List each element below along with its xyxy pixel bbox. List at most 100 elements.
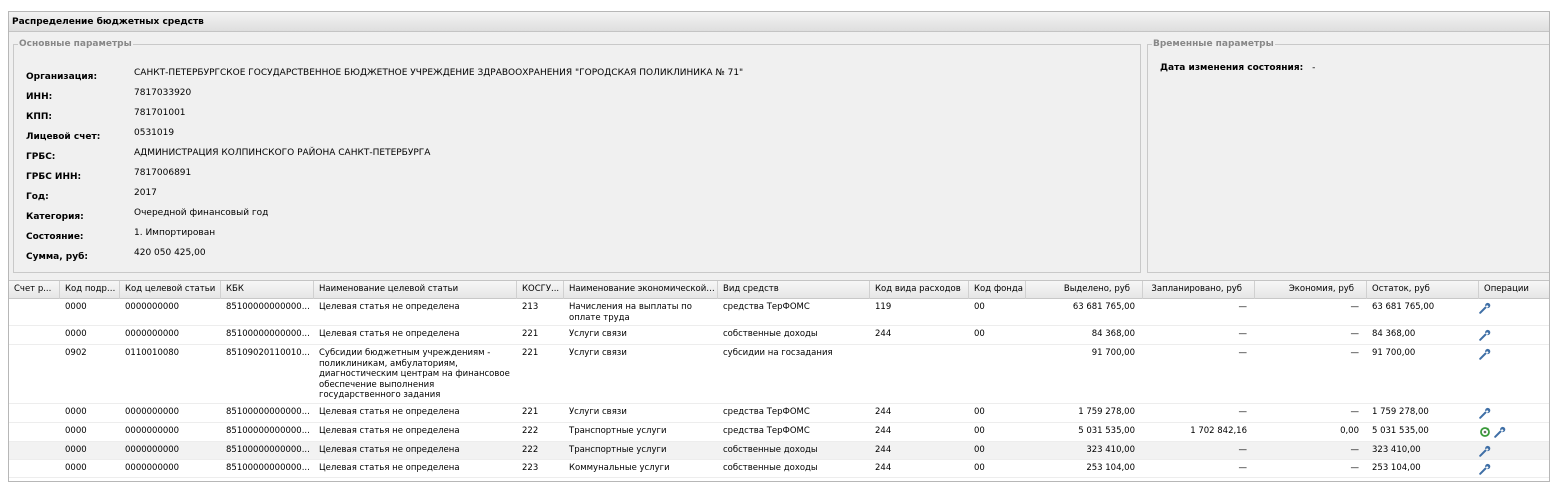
col-subdivision-cell: 0000 xyxy=(65,445,87,455)
col-remainder-cell: 323 410,00 xyxy=(1372,445,1421,455)
param-value: 2017 xyxy=(134,188,157,198)
wrench-icon[interactable] xyxy=(1479,329,1491,341)
time-params-legend: Временные параметры xyxy=(1153,39,1274,49)
col-account-header[interactable]: Счет р... xyxy=(9,281,60,299)
col-expense-type-header[interactable]: Код вида расходов xyxy=(870,281,969,299)
col-operations-header[interactable]: Операции xyxy=(1479,281,1549,299)
wrench-icon[interactable] xyxy=(1479,348,1491,360)
col-kosgu-cell: 213 xyxy=(522,302,539,312)
state-change-date-row: Дата изменения состояния: - xyxy=(1160,63,1315,73)
col-funds-type-cell: собственные доходы xyxy=(723,445,818,455)
col-target-name-cell: Целевая статья не определена xyxy=(319,329,460,339)
refresh-icon[interactable] xyxy=(1479,426,1491,438)
col-subdivision-cell: 0000 xyxy=(65,463,87,473)
col-allocated-cell: 84 368,00 xyxy=(1091,329,1135,339)
col-target-code-cell: 0000000000 xyxy=(125,445,180,455)
main-params-legend: Основные параметры xyxy=(19,39,132,49)
col-kbk-cell: 85100000000000... xyxy=(226,426,310,436)
col-planned-cell: — xyxy=(1238,348,1248,358)
col-planned-cell: 1 702 842,16 xyxy=(1190,426,1247,436)
col-remainder-cell: 91 700,00 xyxy=(1372,348,1416,358)
main-params-fieldset: Основные параметры Организация: САНКТ-ПЕТ… xyxy=(13,39,1141,273)
col-planned-cell: — xyxy=(1238,445,1248,455)
col-remainder-cell: 5 031 535,00 xyxy=(1372,426,1429,436)
col-target-code-cell: 0000000000 xyxy=(125,426,180,436)
table-row[interactable]: 0000 0000000000 85100000000000... Целевая с… xyxy=(9,326,1549,345)
param-value: Очередной финансовый год xyxy=(134,208,269,218)
param-label: ИНН: xyxy=(26,92,53,102)
wrench-icon[interactable] xyxy=(1479,302,1491,314)
col-funds-type-cell: средства ТерФОМС xyxy=(723,407,810,417)
col-subdivision-cell: 0000 xyxy=(65,407,87,417)
table-row[interactable]: 0000 0000000000 85100000000000... Целевая с… xyxy=(9,299,1549,326)
col-fund-code-cell: 00 xyxy=(974,445,985,455)
col-target-name-header[interactable]: Наименование целевой статьи xyxy=(314,281,517,299)
wrench-icon[interactable] xyxy=(1479,463,1491,475)
col-planned-header[interactable]: Запланировано, руб xyxy=(1143,281,1255,299)
param-label: ГРБС ИНН: xyxy=(26,172,82,182)
col-savings-header[interactable]: Экономия, руб xyxy=(1255,281,1367,299)
col-kbk-cell: 85109020110010... xyxy=(226,348,310,358)
row-operations xyxy=(1479,463,1494,475)
col-savings-cell: — xyxy=(1350,463,1360,473)
col-expense-type-cell: 244 xyxy=(875,426,892,436)
table-row[interactable]: 0000 0000000000 85100000000000... Целевая с… xyxy=(9,423,1549,442)
col-remainder-cell: 84 368,00 xyxy=(1372,329,1416,339)
table-row[interactable]: 0000 0000000000 85100000000000... Целевая с… xyxy=(9,460,1549,478)
param-label: Лицевой счет: xyxy=(26,132,101,142)
params-area: Основные параметры Организация: САНКТ-ПЕТ… xyxy=(9,33,1549,277)
col-target-code-cell: 0110010080 xyxy=(125,348,180,358)
col-kosgu-cell: 222 xyxy=(522,426,539,436)
row-operations xyxy=(1479,302,1494,314)
wrench-icon[interactable] xyxy=(1479,445,1491,457)
col-fund-code-header[interactable]: Код фонда xyxy=(969,281,1026,299)
col-allocated-cell: 63 681 765,00 xyxy=(1072,302,1135,312)
param-value: 7817033920 xyxy=(134,88,192,98)
row-operations xyxy=(1479,445,1494,457)
col-fund-code-cell: 00 xyxy=(974,463,985,473)
grid-header: Счет р... Код подра... Код целевой статьи К… xyxy=(9,281,1549,299)
col-subdivision-cell: 0000 xyxy=(65,302,87,312)
param-value: 7817006891 xyxy=(134,168,192,178)
col-remainder-cell: 1 759 278,00 xyxy=(1372,407,1429,417)
param-label: Категория: xyxy=(26,212,84,222)
col-economic-name-cell: Услуги связи xyxy=(569,407,627,417)
wrench-icon[interactable] xyxy=(1479,407,1491,419)
budget-grid: Счет р... Код подра... Код целевой статьи К… xyxy=(9,280,1549,481)
col-fund-code-cell: 00 xyxy=(974,329,985,339)
wrench-icon[interactable] xyxy=(1494,426,1506,438)
param-label: ГРБС: xyxy=(26,152,56,162)
col-subdivision-header[interactable]: Код подра... xyxy=(60,281,120,299)
col-savings-cell: — xyxy=(1350,302,1360,312)
state-change-date-value: - xyxy=(1312,63,1316,73)
col-remainder-cell: 63 681 765,00 xyxy=(1372,302,1435,312)
row-operations xyxy=(1479,329,1494,341)
col-planned-cell: — xyxy=(1238,302,1248,312)
table-row[interactable]: 0000 0000000000 85100000000000... Целевая с… xyxy=(9,442,1549,460)
col-allocated-cell: 323 410,00 xyxy=(1086,445,1135,455)
param-value: САНКТ-ПЕТЕРБУРГСКОЕ ГОСУДАРСТВЕННОЕ БЮДЖ… xyxy=(134,68,744,78)
col-target-code-header[interactable]: Код целевой статьи xyxy=(120,281,221,299)
col-kosgu-header[interactable]: КОСГУ... xyxy=(517,281,564,299)
col-target-code-cell: 0000000000 xyxy=(125,302,180,312)
col-allocated-header[interactable]: Выделено, руб xyxy=(1026,281,1143,299)
param-label: КПП: xyxy=(26,112,53,122)
table-row[interactable]: 0000 0000000000 85100000000000... Целевая с… xyxy=(9,404,1549,423)
col-remainder-cell: 253 104,00 xyxy=(1372,463,1421,473)
col-kbk-cell: 85100000000000... xyxy=(226,329,310,339)
col-kosgu-cell: 221 xyxy=(522,407,539,417)
col-economic-name-header[interactable]: Наименование экономической ... xyxy=(564,281,718,299)
col-target-name-cell: Целевая статья не определена xyxy=(319,407,460,417)
col-fund-code-cell: 00 xyxy=(974,302,985,312)
col-funds-type-header[interactable]: Вид средств xyxy=(718,281,870,299)
param-value: АДМИНИСТРАЦИЯ КОЛПИНСКОГО РАЙОНА САНКТ-П… xyxy=(134,148,431,158)
col-fund-code-cell: 00 xyxy=(974,407,985,417)
state-change-date-label: Дата изменения состояния: xyxy=(1160,63,1304,73)
col-remainder-header[interactable]: Остаток, руб xyxy=(1367,281,1479,299)
col-planned-cell: — xyxy=(1238,463,1248,473)
col-funds-type-cell: собственные доходы xyxy=(723,329,818,339)
table-row[interactable]: 0902 0110010080 85109020110010... Субсидии … xyxy=(9,345,1549,404)
col-expense-type-cell: 244 xyxy=(875,445,892,455)
col-kbk-header[interactable]: КБК xyxy=(221,281,314,299)
param-value: 420 050 425,00 xyxy=(134,248,206,258)
